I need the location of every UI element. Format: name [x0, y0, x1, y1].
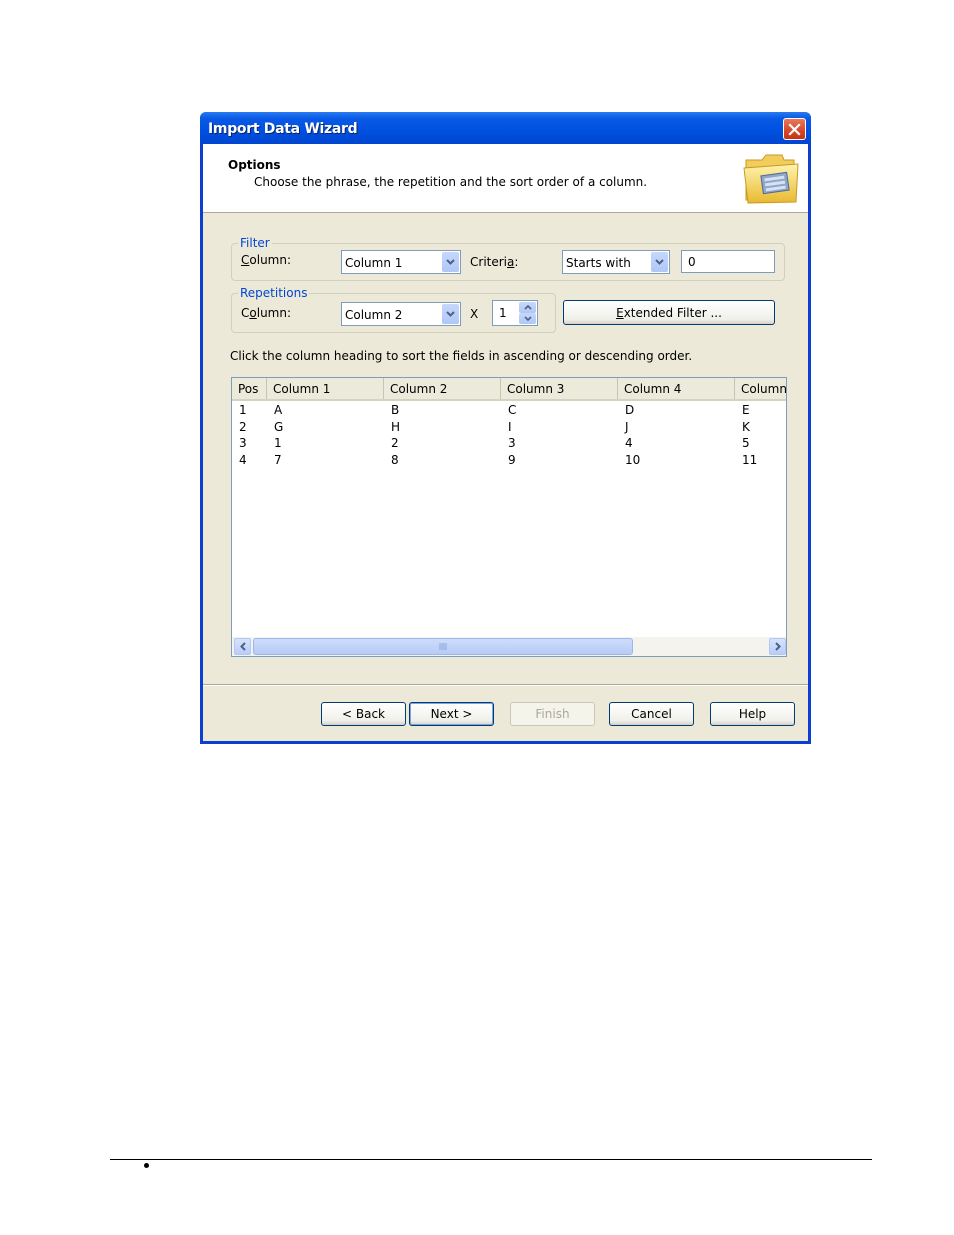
repetition-count-spinner[interactable]: 1 [492, 300, 538, 326]
close-button[interactable] [783, 118, 806, 140]
column-header[interactable]: Column [735, 378, 786, 399]
chevron-down-icon[interactable] [442, 252, 459, 272]
criteria-select[interactable]: Starts with [562, 250, 670, 274]
table-row[interactable]: 4 7 8 9 10 11 [232, 452, 786, 468]
data-preview-table[interactable]: Pos Column 1 Column 2 Column 3 Column 4 Colum… [231, 377, 787, 657]
extended-filter-button[interactable]: Extended Filter ... [563, 300, 775, 325]
column-header[interactable]: Column 3 [501, 378, 618, 399]
chevron-left-icon [239, 642, 246, 651]
spin-down-icon[interactable] [519, 313, 536, 324]
repetitions-column-label: Column: [241, 306, 292, 320]
repetition-count-value: 1 [499, 306, 507, 320]
page-subtitle: Choose the phrase, the repetition and th… [254, 175, 648, 189]
filter-column-select[interactable]: Column 1 [341, 250, 461, 274]
table-cell: C [508, 403, 517, 417]
table-cell: 4 [625, 436, 633, 450]
close-icon [788, 122, 801, 136]
sort-hint-text: Click the column heading to sort the fie… [230, 349, 693, 363]
footer-separator [203, 684, 808, 686]
table-row[interactable]: 3 1 2 3 4 5 [232, 435, 786, 451]
column-header[interactable]: Column 1 [267, 378, 384, 399]
table-cell: 10 [625, 452, 641, 467]
criteria-label: Criteria: [470, 255, 519, 269]
back-button[interactable]: < Back [321, 702, 406, 726]
table-cell: B [391, 403, 400, 417]
table-cell: 5 [742, 436, 750, 450]
page-title: Options [228, 158, 281, 172]
table-cell: J [625, 419, 629, 434]
table-cell: 1 [239, 403, 247, 417]
scroll-left-button[interactable] [234, 638, 251, 655]
table-cell: 8 [391, 452, 399, 467]
horizontal-scrollbar[interactable] [232, 637, 786, 656]
table-cell: 2 [391, 436, 399, 450]
times-label: X [470, 307, 479, 321]
folder-icon [743, 154, 799, 204]
repetitions-group-label: Repetitions [238, 286, 310, 300]
table-cell: E [742, 403, 750, 417]
finish-button: Finish [510, 702, 595, 726]
table-cell: G [274, 419, 284, 434]
grip-icon [439, 643, 446, 650]
criteria-value: Starts with [566, 256, 631, 270]
cancel-button[interactable]: Cancel [609, 702, 694, 726]
scroll-right-button[interactable] [769, 638, 786, 655]
table-row[interactable]: 1 A B C D E [232, 402, 786, 418]
table-cell: K [742, 419, 750, 434]
table-cell: 11 [742, 452, 758, 467]
table-header: Pos Column 1 Column 2 Column 3 Column 4 Colum… [232, 378, 786, 401]
table-cell: 3 [508, 436, 516, 450]
chevron-right-icon [774, 642, 781, 651]
table-cell: 1 [274, 436, 282, 450]
table-cell: A [274, 403, 283, 417]
table-cell: I [508, 419, 512, 434]
filter-column-label: Column: [241, 253, 292, 267]
filter-column-value: Column 1 [345, 256, 403, 270]
spin-up-icon[interactable] [519, 302, 536, 313]
bullet-point [144, 1163, 149, 1168]
table-cell: 9 [508, 452, 516, 467]
table-cell: 4 [239, 452, 247, 467]
criteria-text-input[interactable] [681, 250, 775, 273]
table-cell: H [391, 419, 401, 434]
repetitions-column-select[interactable]: Column 2 [341, 302, 461, 326]
scroll-thumb[interactable] [253, 638, 633, 655]
title-bar[interactable]: Import Data Wizard [200, 112, 811, 144]
chevron-down-icon[interactable] [651, 252, 668, 272]
help-button[interactable]: Help [710, 702, 795, 726]
table-cell: 3 [239, 436, 247, 450]
column-header[interactable]: Column 4 [618, 378, 735, 399]
column-header[interactable]: Column 2 [384, 378, 501, 399]
page-footer-rule [110, 1159, 872, 1160]
filter-group-label: Filter [238, 236, 272, 250]
extended-filter-label: Extended Filter ... [616, 305, 722, 320]
repetitions-column-value: Column 2 [345, 308, 403, 322]
wizard-header: Options Choose the phrase, the repetitio… [203, 144, 808, 213]
chevron-down-icon[interactable] [442, 304, 459, 324]
window-title: Import Data Wizard [208, 121, 358, 137]
next-button[interactable]: Next > [409, 702, 494, 726]
column-header[interactable]: Pos [232, 378, 267, 399]
import-data-wizard-dialog: Import Data Wizard Options Choose the ph… [200, 112, 811, 744]
table-cell: 2 [239, 419, 247, 434]
table-cell: D [625, 403, 635, 417]
table-row[interactable]: 2 G H I J K [232, 419, 786, 435]
criteria-text-field[interactable] [682, 251, 774, 272]
table-cell: 7 [274, 452, 282, 467]
